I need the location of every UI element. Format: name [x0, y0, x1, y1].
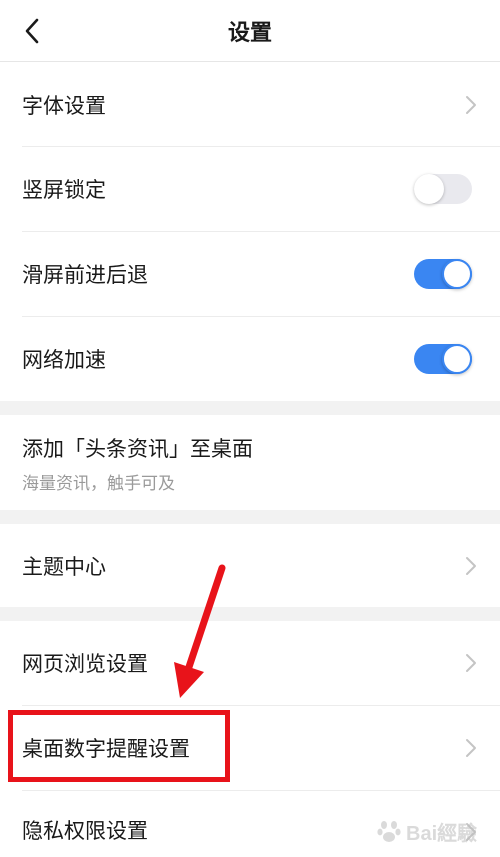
network-acceleration-toggle[interactable] [414, 344, 472, 374]
row-subtitle: 海量资讯，触手可及 [22, 474, 175, 494]
toggle-knob [414, 174, 444, 204]
row-label: 桌面数字提醒设置 [22, 737, 190, 761]
row-add-to-desktop[interactable]: 添加「头条资讯」至桌面 海量资讯，触手可及 [0, 415, 500, 510]
row-label: 网页浏览设置 [22, 652, 148, 676]
chevron-right-icon [466, 96, 476, 114]
row-web-browsing-settings[interactable]: 网页浏览设置 [0, 621, 500, 705]
row-font-settings[interactable]: 字体设置 [0, 63, 500, 146]
back-button[interactable] [14, 13, 50, 49]
header-bar: 设置 [0, 0, 500, 62]
row-label: 竖屏锁定 [22, 178, 106, 202]
row-label: 字体设置 [22, 94, 106, 118]
row-swipe-navigation: 滑屏前进后退 [0, 232, 500, 316]
chevron-right-icon [466, 739, 476, 757]
watermark-text: Bai經驗 [406, 822, 478, 845]
row-network-acceleration: 网络加速 [0, 317, 500, 401]
row-label: 添加「头条资讯」至桌面 [22, 437, 253, 461]
chevron-right-icon [466, 557, 476, 575]
chevron-left-icon [25, 18, 39, 44]
row-label: 隐私权限设置 [22, 819, 148, 843]
portrait-lock-toggle[interactable] [414, 174, 472, 204]
row-portrait-lock: 竖屏锁定 [0, 147, 500, 231]
chevron-right-icon [466, 654, 476, 672]
row-label: 主题中心 [22, 555, 106, 579]
toggle-knob [442, 259, 472, 289]
section-gap [0, 401, 500, 415]
section-gap [0, 607, 500, 621]
swipe-navigation-toggle[interactable] [414, 259, 472, 289]
section-gap [0, 510, 500, 524]
paw-logo-icon [377, 821, 401, 842]
watermark: Bai經驗 [376, 811, 494, 851]
row-label: 滑屏前进后退 [22, 263, 148, 287]
row-desktop-badge-settings[interactable]: 桌面数字提醒设置 [0, 706, 500, 790]
page-title: 设置 [227, 20, 272, 46]
row-theme-center[interactable]: 主题中心 [0, 524, 500, 607]
row-label: 网络加速 [22, 348, 106, 372]
toggle-knob [442, 344, 472, 374]
